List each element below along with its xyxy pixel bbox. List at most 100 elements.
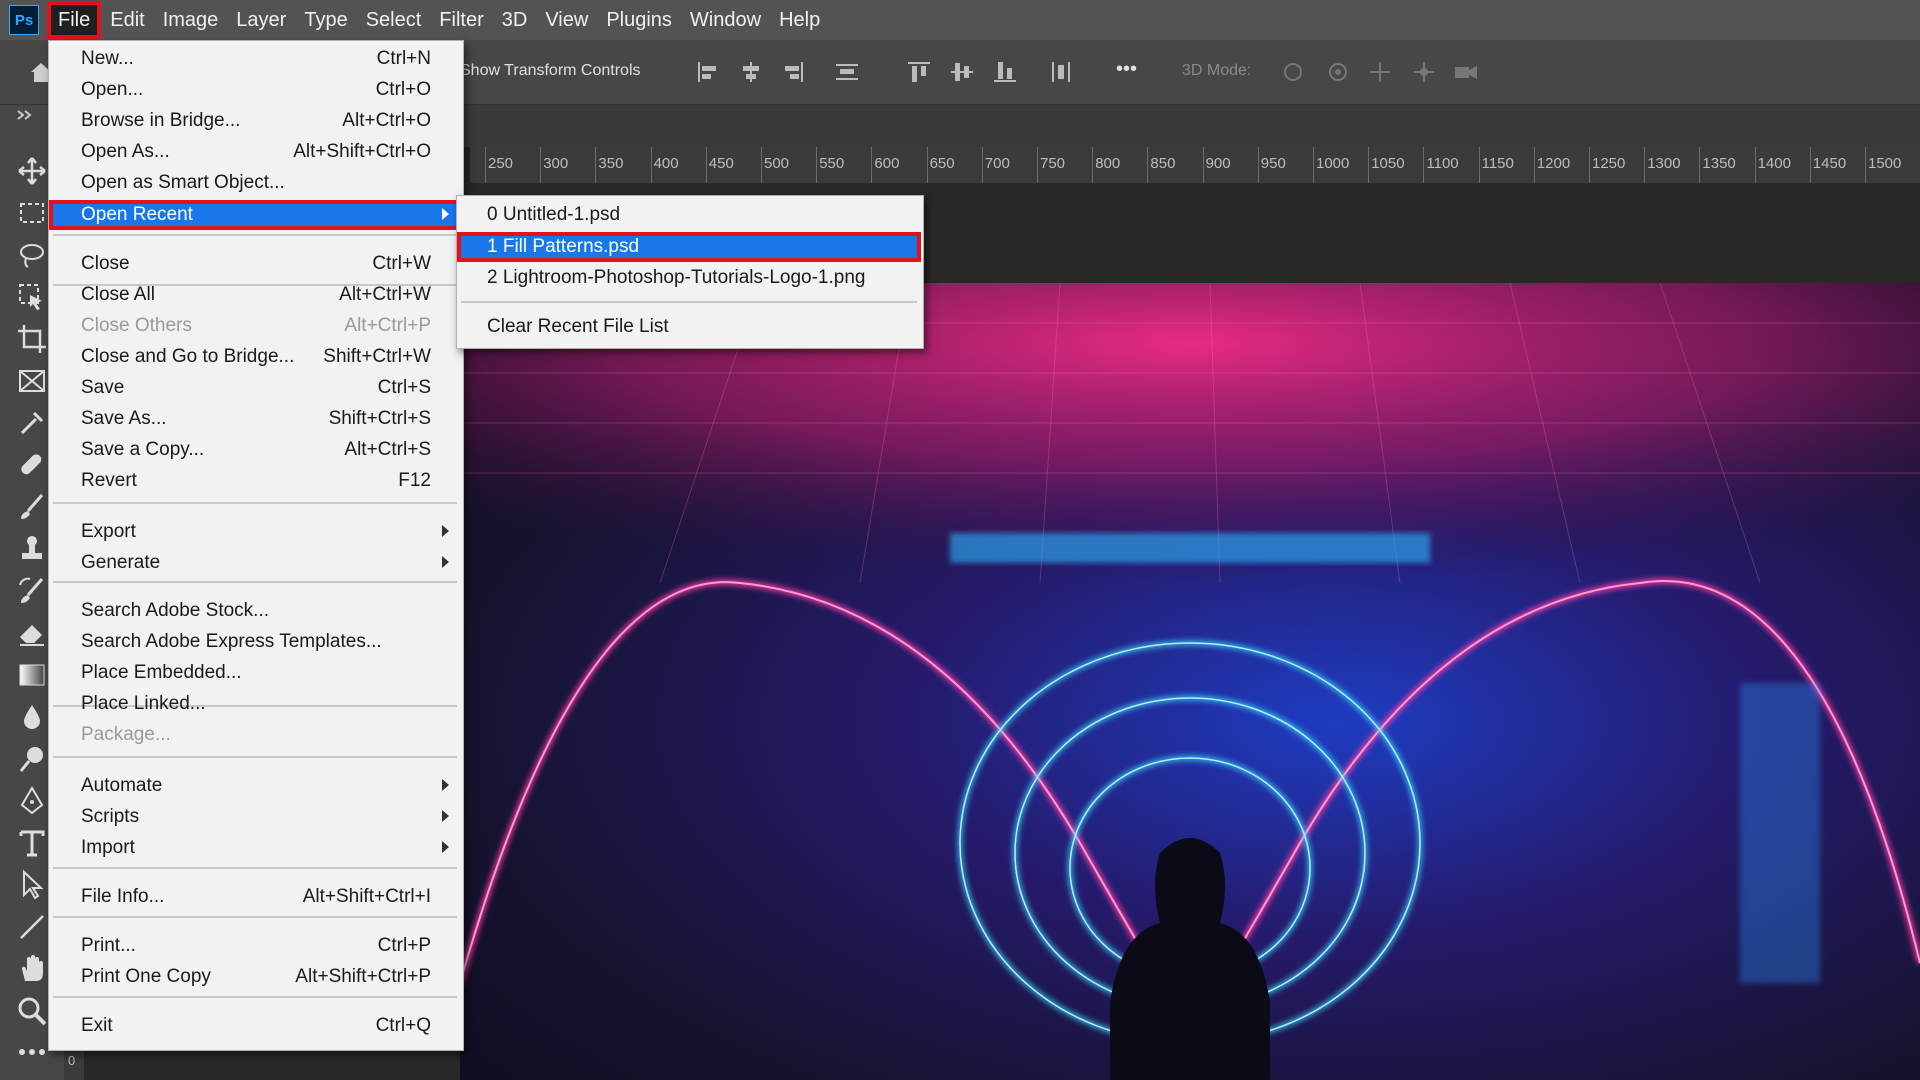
file-menu-item-place-embedded[interactable]: Place Embedded... — [49, 658, 461, 688]
distribute-vertical-icon[interactable] — [1048, 60, 1074, 84]
file-menu-item-new[interactable]: New... Ctrl+N — [49, 44, 461, 74]
file-menu-item-close-and-go-to-bridge[interactable]: Close and Go to Bridge... Shift+Ctrl+W — [49, 342, 461, 372]
file-menu-item-browse-in-bridge[interactable]: Browse in Bridge... Alt+Ctrl+O — [49, 106, 461, 136]
menu-separator — [53, 502, 457, 504]
file-menu-item-export[interactable]: Export — [49, 517, 461, 547]
gradient-tool-icon[interactable] — [16, 659, 48, 691]
ruler-tick-label: 1150 — [1481, 155, 1514, 172]
menu-item-shortcut: Ctrl+S — [377, 377, 431, 398]
menu-item-label: Print One Copy — [81, 966, 211, 987]
show-transform-controls-label[interactable]: Show Transform Controls — [460, 62, 641, 80]
menu-3d[interactable]: 3D — [493, 1, 537, 39]
file-menu-item-exit[interactable]: Exit Ctrl+Q — [49, 1011, 461, 1041]
healing-brush-tool-icon[interactable] — [16, 449, 48, 481]
type-tool-icon[interactable] — [16, 827, 48, 859]
menu-select[interactable]: Select — [357, 1, 431, 39]
menu-help[interactable]: Help — [770, 1, 829, 39]
menu-type[interactable]: Type — [295, 1, 356, 39]
menu-layer[interactable]: Layer — [227, 1, 295, 39]
more-tools-icon[interactable] — [16, 1040, 48, 1064]
move-tool-icon[interactable] — [16, 155, 48, 187]
clear-recent-file-list[interactable]: Clear Recent File List — [457, 312, 921, 342]
file-menu-item-close-all[interactable]: Close All Alt+Ctrl+W — [49, 280, 461, 310]
pen-tool-icon[interactable] — [16, 785, 48, 817]
file-menu-item-open-as[interactable]: Open As... Alt+Shift+Ctrl+O — [49, 137, 461, 167]
more-options-icon[interactable]: ••• — [1116, 58, 1137, 81]
ruler-tick-label: 800 — [1095, 155, 1121, 172]
submenu-arrow-icon — [442, 556, 449, 568]
ruler-tick-label: 700 — [984, 155, 1010, 172]
file-menu-item-close[interactable]: Close Ctrl+W — [49, 249, 461, 279]
recent-file-label: 2 Lightroom-Photoshop-Tutorials-Logo-1.p… — [487, 267, 866, 288]
file-menu-item-import[interactable]: Import — [49, 833, 461, 863]
align-left-icon[interactable] — [695, 60, 721, 84]
canvas-image[interactable] — [460, 283, 1920, 1080]
file-menu-item-save-as[interactable]: Save As... Shift+Ctrl+S — [49, 404, 461, 434]
align-bottom-icon[interactable] — [992, 60, 1018, 84]
menu-item-label: Save a Copy... — [81, 439, 205, 460]
file-menu-item-automate[interactable]: Automate — [49, 771, 461, 801]
hand-tool-icon[interactable] — [16, 953, 48, 985]
file-menu-item-print-one-copy[interactable]: Print One Copy Alt+Shift+Ctrl+P — [49, 962, 461, 992]
recent-file-0[interactable]: 0 Untitled-1.psd — [457, 200, 921, 230]
file-menu-item-scripts[interactable]: Scripts — [49, 802, 461, 832]
blur-tool-icon[interactable] — [16, 701, 48, 733]
ruler-tick-line — [1147, 147, 1149, 183]
lasso-tool-icon[interactable] — [16, 239, 48, 271]
file-menu-item-print[interactable]: Print... Ctrl+P — [49, 931, 461, 961]
file-menu-item-save[interactable]: Save Ctrl+S — [49, 373, 461, 403]
ruler-tick-label: 450 — [708, 155, 734, 172]
object-selection-tool-icon[interactable] — [16, 281, 48, 313]
frame-tool-icon[interactable] — [16, 365, 48, 397]
menu-separator — [53, 581, 457, 583]
file-menu-item-open[interactable]: Open... Ctrl+O — [49, 75, 461, 105]
brush-tool-icon[interactable] — [16, 491, 48, 523]
file-menu-item-search-adobe-express-templates[interactable]: Search Adobe Express Templates... — [49, 627, 461, 657]
path-selection-tool-icon[interactable] — [16, 869, 48, 901]
menu-file[interactable]: File — [47, 1, 102, 39]
file-menu-item-generate[interactable]: Generate — [49, 548, 461, 578]
ruler-tick-label: 1450 — [1812, 155, 1847, 172]
menu-plugins[interactable]: Plugins — [597, 1, 681, 39]
menu-edit[interactable]: Edit — [101, 1, 153, 39]
distribute-icon[interactable] — [834, 60, 860, 84]
file-menu-item-search-adobe-stock[interactable]: Search Adobe Stock... — [49, 596, 461, 626]
menu-item-label: Scripts — [81, 806, 140, 827]
clear-recent-label: Clear Recent File List — [487, 316, 669, 337]
file-menu-item-place-linked[interactable]: Place Linked... — [49, 689, 461, 719]
align-right-icon[interactable] — [780, 60, 806, 84]
ruler-tick-line — [1809, 147, 1811, 183]
file-menu-item-revert[interactable]: Revert F12 — [49, 466, 461, 496]
clone-stamp-tool-icon[interactable] — [16, 533, 48, 565]
panel-collapse-icon[interactable] — [16, 105, 48, 125]
menu-item-label: Import — [81, 837, 135, 858]
recent-file-2[interactable]: 2 Lightroom-Photoshop-Tutorials-Logo-1.p… — [457, 263, 921, 293]
menu-item-shortcut: Ctrl+N — [376, 48, 431, 69]
marquee-tool-icon[interactable] — [16, 197, 48, 229]
ruler-tick-line — [816, 147, 818, 183]
ruler-tick-label: 1300 — [1647, 155, 1681, 172]
align-middle-icon[interactable] — [949, 60, 975, 84]
menu-view[interactable]: View — [536, 1, 597, 39]
ruler-tick-line — [1257, 147, 1259, 183]
align-top-icon[interactable] — [906, 60, 932, 84]
recent-file-1[interactable]: 1 Fill Patterns.psd — [457, 232, 921, 262]
eraser-tool-icon[interactable] — [16, 617, 48, 649]
menu-filter[interactable]: Filter — [430, 1, 492, 39]
file-menu-item-save-a-copy[interactable]: Save a Copy... Alt+Ctrl+S — [49, 435, 461, 465]
align-center-icon[interactable] — [738, 60, 764, 84]
dodge-tool-icon[interactable] — [16, 743, 48, 775]
ruler-tick-line — [540, 147, 542, 183]
line-tool-icon[interactable] — [16, 911, 48, 943]
zoom-tool-icon[interactable] — [16, 995, 48, 1027]
crop-tool-icon[interactable] — [16, 323, 48, 355]
file-menu-item-file-info[interactable]: File Info... Alt+Shift+Ctrl+I — [49, 882, 461, 912]
menu-item-label: Open as Smart Object... — [81, 172, 285, 193]
menu-item-label: Print... — [81, 935, 136, 956]
menu-image[interactable]: Image — [154, 1, 228, 39]
file-menu-item-open-as-smart-object[interactable]: Open as Smart Object... — [49, 168, 461, 198]
menu-window[interactable]: Window — [681, 1, 770, 39]
file-menu-item-open-recent[interactable]: Open Recent — [49, 200, 461, 230]
eyedropper-tool-icon[interactable] — [16, 407, 48, 439]
history-brush-tool-icon[interactable] — [16, 575, 48, 607]
